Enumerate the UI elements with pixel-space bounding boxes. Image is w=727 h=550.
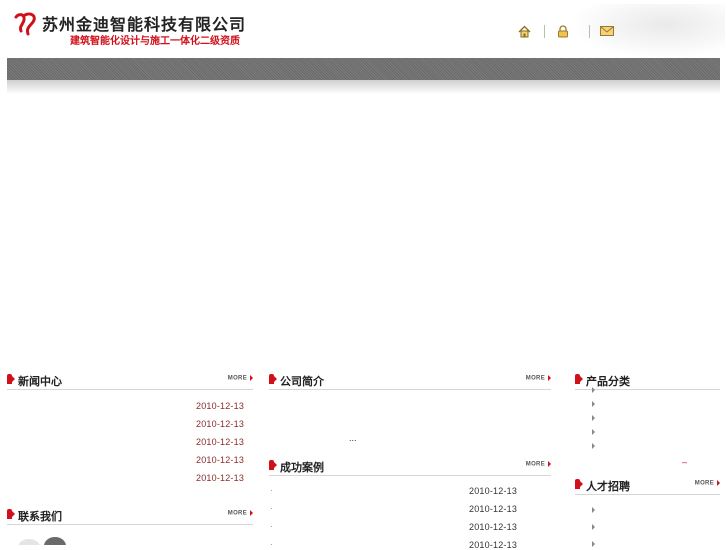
jobs-more-link[interactable]: MORE [695, 480, 720, 487]
about-ellipsis: ... [349, 433, 357, 443]
category-arrow-icon[interactable] [592, 387, 595, 393]
separator [544, 25, 545, 38]
red-marker-icon [269, 460, 277, 470]
about-section-title: 公司简介 [280, 376, 324, 388]
red-marker-icon [575, 479, 583, 489]
lock-icon[interactable] [553, 22, 573, 40]
home-icon[interactable] [514, 22, 534, 40]
contact-photo [18, 535, 68, 545]
jobs-section-header: 人才招聘 MORE [575, 476, 720, 494]
cases-section-header: 成功案例 MORE [269, 457, 551, 475]
contact-more-link[interactable]: MORE [228, 510, 253, 517]
company-tagline: 建筑智能化设计与施工一体化二级资质 [70, 36, 240, 47]
separator [589, 25, 590, 38]
jobs-section-title: 人才招聘 [586, 481, 630, 493]
news-date: 2010-12-13 [196, 437, 245, 447]
red-marker-icon [7, 374, 15, 384]
news-date: 2010-12-13 [196, 455, 245, 465]
news-date: 2010-12-13 [196, 473, 245, 483]
news-more-link[interactable]: MORE [228, 375, 253, 382]
divider [575, 494, 720, 495]
news-date: 2010-12-13 [196, 401, 245, 411]
contact-section-title: 联系我们 [18, 511, 62, 523]
case-date: 2010-12-13 [469, 486, 518, 496]
products-dash: – [682, 457, 688, 467]
job-arrow-icon[interactable] [592, 524, 595, 530]
cases-more-link[interactable]: MORE [526, 461, 551, 468]
list-bullet: · [270, 522, 273, 531]
products-section-header: 产品分类 [575, 371, 720, 389]
about-section-header: 公司简介 MORE [269, 371, 551, 389]
category-arrow-icon[interactable] [592, 415, 595, 421]
case-date: 2010-12-13 [469, 540, 518, 550]
contact-section-header: 联系我们 MORE [7, 506, 253, 524]
divider [575, 389, 720, 390]
case-date: 2010-12-13 [469, 522, 518, 532]
category-arrow-icon[interactable] [592, 443, 595, 449]
category-arrow-icon[interactable] [592, 401, 595, 407]
divider [7, 389, 253, 390]
divider [269, 475, 551, 476]
red-marker-icon [269, 374, 277, 384]
header: 苏州金迪智能科技有限公司 建筑智能化设计与施工一体化二级资质 [0, 0, 727, 58]
cases-section-title: 成功案例 [280, 462, 324, 474]
case-date: 2010-12-13 [469, 504, 518, 514]
divider [269, 389, 551, 390]
job-arrow-icon[interactable] [592, 507, 595, 513]
nav-shadow [7, 80, 720, 94]
red-marker-icon [7, 509, 15, 519]
logo-icon[interactable] [13, 11, 39, 37]
divider [7, 524, 253, 525]
job-arrow-icon[interactable] [592, 541, 595, 547]
category-arrow-icon[interactable] [592, 429, 595, 435]
about-more-link[interactable]: MORE [526, 375, 551, 382]
list-bullet: · [270, 504, 273, 513]
news-section-header: 新闻中心 MORE [7, 371, 253, 389]
main-navigation-bar[interactable] [7, 58, 720, 80]
red-marker-icon [575, 374, 583, 384]
news-date: 2010-12-13 [196, 419, 245, 429]
mail-icon[interactable] [597, 22, 617, 40]
list-bullet: · [270, 486, 273, 495]
news-section-title: 新闻中心 [18, 376, 62, 388]
